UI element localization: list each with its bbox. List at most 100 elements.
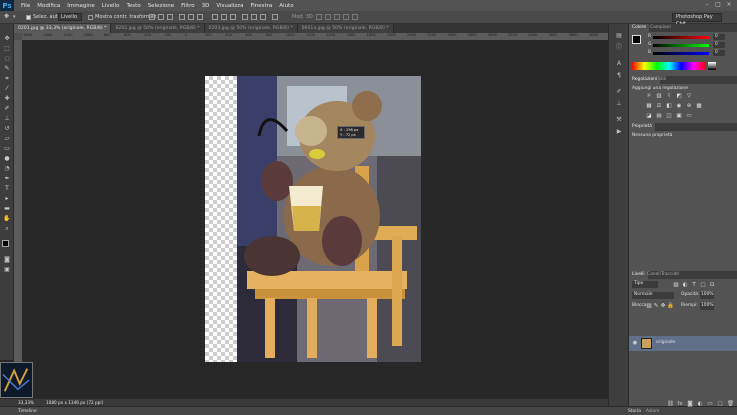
minimize-icon[interactable]: – [704, 2, 710, 8]
r-input[interactable]: 0 [713, 34, 725, 40]
menu-immagine[interactable]: Immagine [67, 3, 95, 9]
clone-stamp-icon[interactable]: ⊥ [3, 115, 11, 122]
paragraph-panel-icon[interactable]: ¶ [615, 72, 623, 79]
align-left-icon[interactable] [179, 14, 185, 20]
distribute-hcenter-icon[interactable] [251, 14, 257, 20]
clone-source-icon[interactable]: ⊥ [615, 100, 623, 107]
info-panel-icon[interactable]: ⓘ [615, 44, 623, 51]
menu-filtro[interactable]: Filtro [181, 3, 194, 9]
g-input[interactable]: 0 [713, 42, 725, 48]
hand-tool-icon[interactable]: ✋ [3, 215, 11, 222]
blur-tool-icon[interactable]: ● [3, 155, 11, 162]
autoselect-dropdown[interactable]: Livello [58, 13, 82, 21]
link-layers-icon[interactable]: ⛓ [667, 401, 674, 407]
menu-3d[interactable]: 3D [202, 3, 210, 9]
align-bottom-icon[interactable] [167, 14, 173, 20]
hue-saturation-icon[interactable]: ▦ [646, 103, 652, 109]
menu-testo[interactable]: Testo [126, 3, 140, 9]
autoselect-checkbox[interactable] [26, 15, 31, 20]
move-tool-icon[interactable]: ✥ [4, 14, 10, 20]
levels-icon[interactable]: ▥ [656, 93, 662, 99]
distribute-bottom-icon[interactable] [230, 14, 236, 20]
eye-visibility-icon[interactable]: ◉ [632, 340, 638, 346]
scale3d-icon[interactable] [352, 14, 358, 20]
new-layer-icon[interactable]: ▢ [717, 401, 723, 407]
zoom-tool-icon[interactable]: ⌕ [3, 225, 11, 232]
b-slider[interactable] [653, 52, 709, 55]
distribute-left-icon[interactable] [242, 14, 248, 20]
r-slider[interactable] [653, 36, 709, 39]
add-mask-icon[interactable]: ◙ [687, 401, 693, 407]
menu-livello[interactable]: Livello [102, 3, 120, 9]
filter-adjust-icon[interactable]: ◐ [682, 282, 688, 288]
tab-proprieta[interactable]: Proprietà [629, 123, 655, 131]
foreground-color-swatch[interactable] [2, 240, 9, 247]
align-hcenter-icon[interactable] [188, 14, 194, 20]
delete-layer-icon[interactable]: 🗑 [727, 401, 734, 407]
slide3d-icon[interactable] [343, 14, 349, 20]
drag3d-icon[interactable] [334, 14, 340, 20]
channel-mixer-icon[interactable]: ⊛ [686, 103, 692, 109]
selective-color-icon[interactable]: ▣ [676, 113, 682, 119]
menu-modifica[interactable]: Modifica [37, 3, 60, 9]
marquee-tool-icon[interactable]: ⬚ [3, 45, 11, 52]
curves-icon[interactable]: ⌇ [666, 93, 672, 99]
layer-name[interactable]: originale [656, 340, 675, 345]
filter-shape-icon[interactable]: ▢ [700, 282, 706, 288]
menu-selezione[interactable]: Selezione [148, 3, 174, 9]
character-panel-icon[interactable]: A [615, 60, 623, 67]
tab-campioni[interactable]: Campioni [647, 24, 674, 32]
quick-mask-icon[interactable]: ◙ [3, 256, 11, 263]
roll3d-icon[interactable] [325, 14, 331, 20]
lock-all-icon[interactable]: 🔒 [667, 303, 674, 309]
opacity-input[interactable]: 100% [700, 292, 714, 299]
align-right-icon[interactable] [197, 14, 203, 20]
timeline-tab[interactable]: Timeline [18, 409, 37, 414]
workspace-dropdown[interactable]: Photoshop Pay Chit [672, 13, 722, 27]
grayscale-ramp[interactable] [708, 62, 716, 70]
lasso-tool-icon[interactable]: ◌ [3, 55, 11, 62]
menu-file[interactable]: File [21, 3, 30, 9]
brush-panel-icon[interactable]: ✐ [615, 88, 623, 95]
tool-preset-arrow-icon[interactable]: ▾ [13, 14, 19, 20]
tab-tracciati[interactable]: Tracciati [658, 271, 682, 279]
posterize-icon[interactable]: ▤ [656, 113, 662, 119]
black-white-icon[interactable]: ◧ [666, 103, 672, 109]
distribute-right-icon[interactable] [260, 14, 266, 20]
color-spectrum-bar[interactable] [632, 62, 706, 70]
gradient-tool-icon[interactable]: ▭ [3, 145, 11, 152]
distribute-top-icon[interactable] [212, 14, 218, 20]
tab-document-0202[interactable]: 0202.jpg @ 50% (originale, RGB/8) * [111, 24, 205, 33]
close-icon[interactable]: × [726, 2, 732, 8]
shape-tool-icon[interactable]: ▬ [3, 205, 11, 212]
dodge-tool-icon[interactable]: ◔ [3, 165, 11, 172]
color-balance-icon[interactable]: ⚖ [656, 103, 662, 109]
align-vcenter-icon[interactable] [158, 14, 164, 20]
filter-type-icon[interactable]: T [691, 282, 697, 288]
eraser-tool-icon[interactable]: ▱ [3, 135, 11, 142]
document-info[interactable]: 1080 px x 1346 px (72 ppi) [46, 400, 103, 405]
eyedropper-icon[interactable]: ⁄ [3, 85, 11, 92]
brightness-icon[interactable]: ☼ [646, 93, 652, 99]
color-lookup-icon[interactable]: ▩ [696, 103, 702, 109]
actions-panel-icon[interactable]: ▶ [615, 128, 623, 135]
type-tool-icon[interactable]: T [3, 185, 11, 192]
document-canvas[interactable] [205, 76, 421, 362]
new-group-icon[interactable]: ▭ [707, 401, 713, 407]
move-tool-icon[interactable]: ✥ [3, 35, 11, 42]
crop-tool-icon[interactable]: ⌗ [3, 75, 11, 82]
history-brush-icon[interactable]: ↺ [3, 125, 11, 132]
healing-brush-icon[interactable]: ✚ [3, 95, 11, 102]
lock-pixels-icon[interactable]: ✎ [653, 303, 659, 309]
maximize-icon[interactable]: □ [715, 2, 721, 8]
tab-document-0203[interactable]: 0203.jpg @ 50% (originale, RGB/8) * [204, 24, 298, 33]
filter-pixel-icon[interactable]: ▧ [673, 282, 679, 288]
brush-tool-icon[interactable]: ✐ [3, 105, 11, 112]
menu-aiuto[interactable]: Aiuto [279, 3, 293, 9]
menu-visualizza[interactable]: Visualizza [216, 3, 243, 9]
path-selection-icon[interactable]: ▸ [3, 195, 11, 202]
tab-document-0601a[interactable]: 0601a.jpg @ 50% (originale, RGB/8) * [297, 24, 394, 33]
threshold-icon[interactable]: ◫ [666, 113, 672, 119]
quick-selection-icon[interactable]: ✎ [3, 65, 11, 72]
lock-position-icon[interactable]: ✥ [660, 303, 666, 309]
